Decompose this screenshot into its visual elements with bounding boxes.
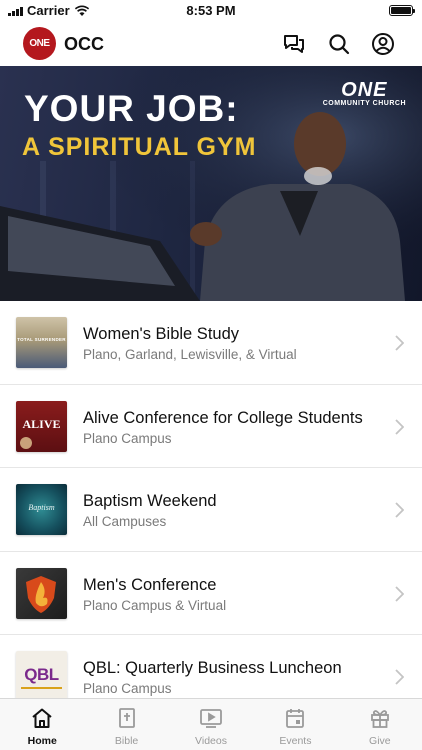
event-thumbnail-text: TOTAL SURRENDER: [17, 337, 66, 342]
event-thumbnail: ALIVE: [16, 400, 67, 452]
event-thumbnail: [16, 567, 67, 619]
list-item[interactable]: TOTAL SURRENDER Women's Bible Study Plan…: [0, 301, 422, 385]
event-location: Plano Campus: [83, 430, 172, 446]
profile-icon[interactable]: [371, 32, 395, 56]
event-thumbnail-text: Baptism: [28, 503, 55, 512]
battery-icon: [389, 5, 415, 16]
app-logo[interactable]: ONE: [23, 27, 56, 60]
event-location: All Campuses: [83, 514, 167, 529]
tab-bible[interactable]: Bible: [84, 699, 168, 750]
tab-label: Events: [279, 735, 312, 747]
list-item[interactable]: ALIVE Alive Conference for College Stude…: [0, 385, 422, 468]
list-item[interactable]: Men's Conference Plano Campus & Virtual: [0, 552, 422, 635]
give-icon: [370, 710, 389, 728]
event-location: Plano Campus: [83, 681, 172, 696]
home-icon: [32, 708, 52, 728]
event-thumbnail: QBL: [16, 651, 67, 702]
messages-icon[interactable]: [282, 32, 306, 56]
chevron-right-icon: [395, 335, 404, 351]
chevron-right-icon: [395, 585, 404, 602]
bible-icon: [118, 708, 135, 728]
search-icon[interactable]: [327, 32, 351, 56]
event-title: QBL: Quarterly Business Luncheon: [83, 659, 342, 677]
chevron-right-icon: [395, 669, 404, 685]
tab-videos[interactable]: Videos: [169, 699, 253, 750]
event-title: Men's Conference: [83, 575, 217, 594]
event-location: Plano Campus & Virtual: [83, 597, 227, 613]
tab-label: Bible: [114, 735, 139, 747]
chevron-right-icon: [395, 418, 404, 435]
tab-home[interactable]: Home: [0, 699, 84, 750]
hero-brand-mark: ONE: [341, 79, 388, 101]
hero-brand-name: COMMUNITY CHURCH: [322, 100, 406, 107]
hero-headline: YOUR JOB:: [24, 88, 239, 129]
event-location: Plano, Garland, Lewisville, & Virtual: [83, 347, 297, 362]
event-thumbnail: Baptism: [16, 484, 67, 535]
event-thumbnail-text: QBL: [24, 665, 59, 684]
event-thumbnail-text: ALIVE: [22, 416, 61, 431]
event-title: Women's Bible Study: [83, 325, 240, 343]
tab-label: Home: [27, 735, 57, 747]
app-header: ONE OCC: [0, 22, 422, 66]
tab-give[interactable]: Give: [338, 699, 422, 750]
status-time: 8:53 PM: [186, 3, 236, 18]
tab-events[interactable]: Events: [253, 699, 337, 750]
hero-banner[interactable]: YOUR JOB: A SPIRITUAL GYM ONE COMMUNITY …: [0, 66, 422, 301]
videos-icon: [200, 709, 222, 728]
event-title: Alive Conference for College Students: [83, 408, 363, 427]
tab-label: Videos: [195, 735, 227, 747]
shield-flame-icon: [26, 575, 56, 613]
hero-brand-logo: ONE COMMUNITY CHURCH: [323, 80, 406, 107]
events-list: TOTAL SURRENDER Women's Bible Study Plan…: [0, 301, 422, 719]
app-title: OCC: [64, 34, 104, 54]
event-title: Baptism Weekend: [83, 492, 217, 510]
chevron-right-icon: [395, 502, 404, 518]
status-bar: Carrier 8:53 PM: [0, 0, 422, 22]
hero-subheadline: A SPIRITUAL GYM: [22, 133, 257, 161]
tab-bar: Home Bible Videos Events Give: [0, 698, 422, 750]
list-item[interactable]: Baptism Baptism Weekend All Campuses: [0, 468, 422, 552]
event-thumbnail: TOTAL SURRENDER: [16, 317, 67, 368]
events-icon: [286, 709, 305, 728]
tab-label: Give: [369, 735, 391, 747]
